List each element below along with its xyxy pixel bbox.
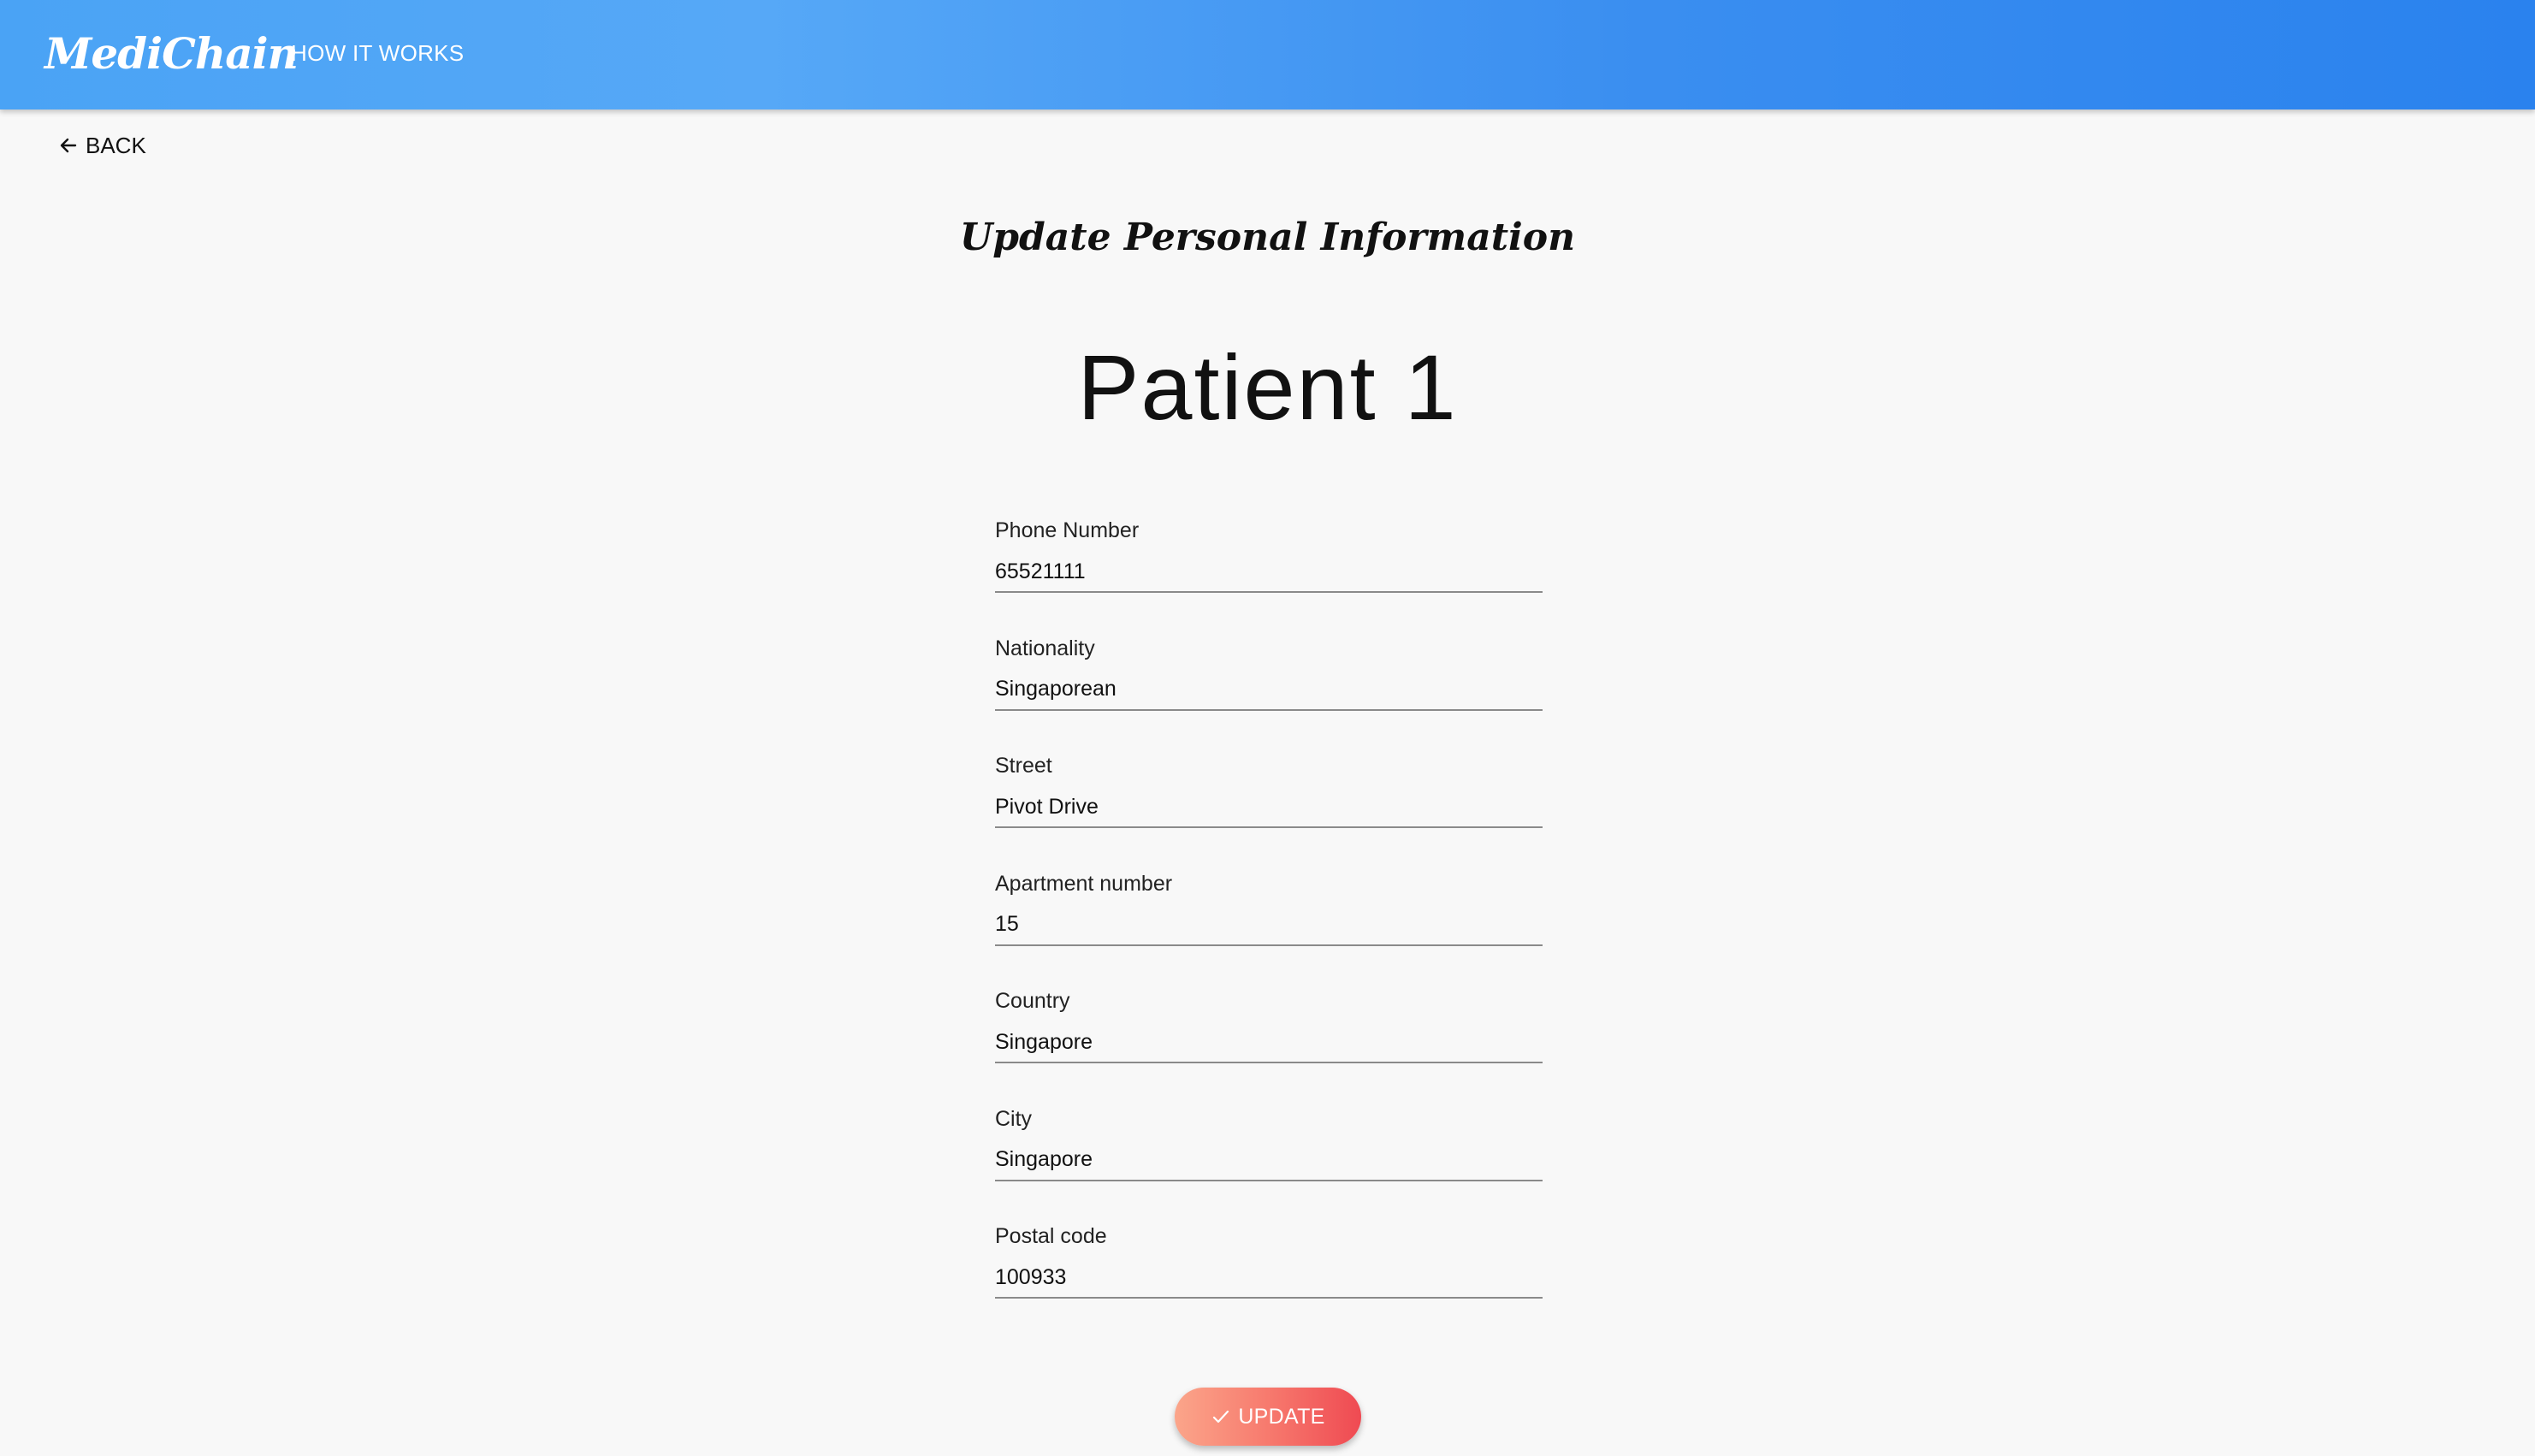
phone-number-field: Phone Number: [995, 513, 1543, 631]
phone-number-input[interactable]: [995, 552, 1543, 593]
back-label: BACK: [86, 132, 146, 158]
apartment-number-input[interactable]: [995, 904, 1543, 946]
postal-code-field: Postal code: [995, 1219, 1543, 1337]
app-bar: MediChain HOW IT WORKS: [0, 0, 2535, 109]
apartment-number-field: Apartment number: [995, 867, 1543, 985]
patient-name: Patient 1: [1077, 335, 1458, 439]
arrow-left-icon: [60, 138, 77, 153]
field-label: City: [995, 1106, 1033, 1131]
field-label: Country: [995, 989, 1070, 1013]
check-icon: [1213, 1410, 1229, 1423]
city-field: City: [995, 1102, 1543, 1220]
field-label: Apartment number: [995, 871, 1173, 896]
street-input[interactable]: [995, 787, 1543, 828]
country-field: Country: [995, 984, 1543, 1102]
update-label: UPDATE: [1238, 1404, 1325, 1429]
street-field: Street: [995, 749, 1543, 867]
city-input[interactable]: [995, 1139, 1543, 1181]
field-label: Nationality: [995, 636, 1095, 660]
postal-code-input[interactable]: [995, 1258, 1543, 1299]
field-label: Street: [995, 754, 1052, 778]
nationality-field: Nationality: [995, 631, 1543, 749]
nationality-input[interactable]: [995, 669, 1543, 711]
brand-logo[interactable]: MediChain: [44, 24, 299, 84]
country-input[interactable]: [995, 1022, 1543, 1063]
field-label: Postal code: [995, 1224, 1107, 1248]
field-label: Phone Number: [995, 518, 1140, 542]
page-title: Update Personal Information: [959, 216, 1576, 259]
update-button[interactable]: UPDATE: [1175, 1388, 1361, 1446]
personal-info-form: Phone Number Nationality Street Apartmen…: [995, 513, 1543, 1337]
back-button[interactable]: BACK: [58, 128, 146, 163]
how-it-works-link[interactable]: HOW IT WORKS: [291, 33, 464, 74]
